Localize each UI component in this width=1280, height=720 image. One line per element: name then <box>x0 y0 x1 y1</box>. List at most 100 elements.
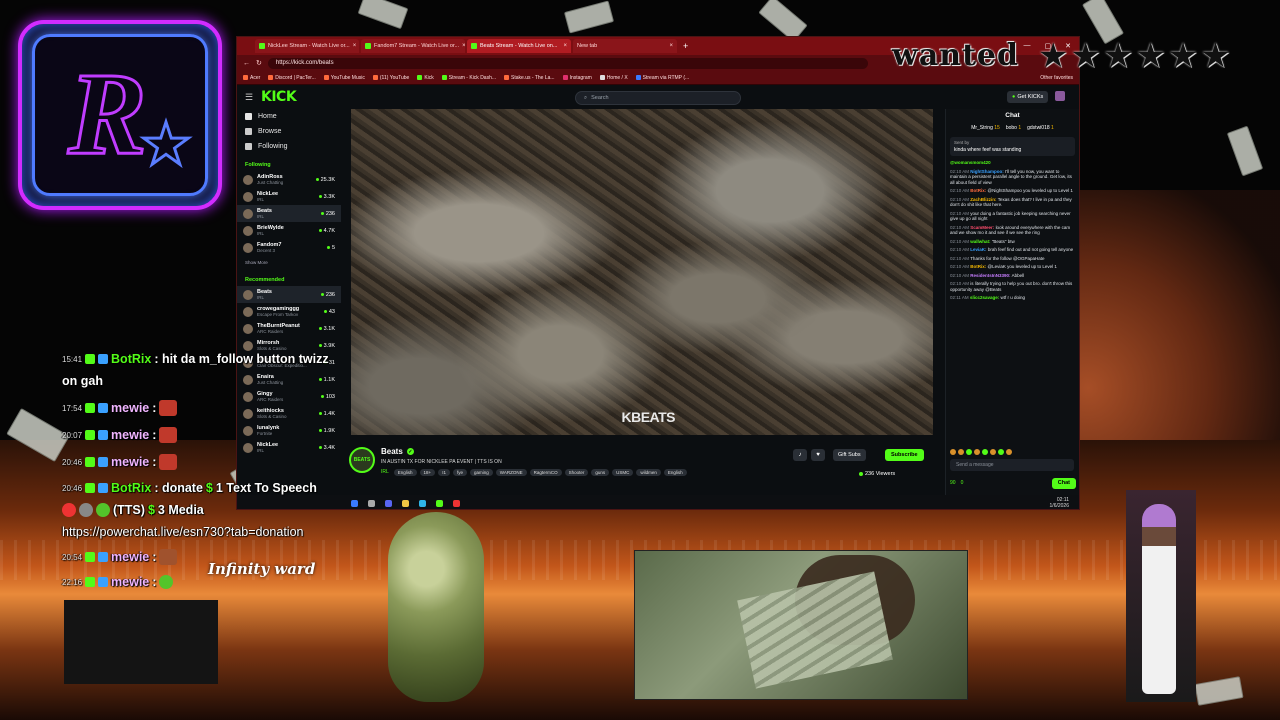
stream-tag[interactable]: gaming <box>469 469 493 476</box>
chat-timestamp: 02:10 AM <box>950 247 970 252</box>
close-icon[interactable]: × <box>462 43 465 49</box>
chat-username[interactable]: @womansmom420 <box>950 160 991 165</box>
stream-tag[interactable]: WARZONE <box>495 469 527 476</box>
sidebar-channel-item[interactable]: Enaira Just Chatting 1.1K <box>237 371 341 388</box>
edge-icon[interactable] <box>419 499 426 507</box>
close-icon[interactable]: × <box>669 43 673 49</box>
stream-tag[interactable]: RagtermCO <box>529 469 562 476</box>
bookmark[interactable]: Stream via RTMP (... <box>635 75 689 81</box>
close-icon[interactable]: × <box>353 43 357 49</box>
close-icon[interactable]: × <box>563 43 567 49</box>
bookmark[interactable]: Stake.us - The La... <box>504 75 555 81</box>
sidebar-home[interactable]: Home <box>237 109 341 124</box>
sidebar-channel-item[interactable]: TheBurntPeanut ARC Raiders 3.1K <box>237 320 341 337</box>
search-input[interactable]: ⌕ Search <box>575 91 741 105</box>
channel-avatar[interactable]: BEATS <box>349 447 375 473</box>
stream-tag[interactable]: 18+ <box>419 469 436 476</box>
sidebar-channel-item[interactable]: BrieWylde IRL 4.7K <box>237 222 341 239</box>
sidebar-browse[interactable]: Browse <box>237 124 341 139</box>
chat-username[interactable]: wallwhat: <box>970 239 990 244</box>
subscribe-button[interactable]: Subscribe <box>885 449 924 461</box>
discord-icon[interactable] <box>385 499 392 507</box>
chat-username[interactable]: LeviaK: <box>970 247 986 252</box>
stream-title: IN AUSTIN TX FOR NICKLEE PA EVENT | TTS … <box>381 459 502 465</box>
sidebar-channel-item[interactable]: Beats IRL 236 <box>237 205 341 222</box>
bookmark[interactable]: Kick <box>417 75 434 81</box>
sidebar-channel-item[interactable]: NickLee IRL 3.4K <box>237 439 341 456</box>
stream-tag[interactable]: fye <box>452 469 467 476</box>
tab-fandom7[interactable]: Fandom7 Stream - Watch Live or...× <box>361 39 465 53</box>
follow-heart-button[interactable]: ♥ <box>811 449 825 461</box>
emote-icon[interactable] <box>966 449 972 455</box>
emote-icon[interactable] <box>950 449 956 455</box>
kick-favicon-icon <box>259 43 265 49</box>
tab-beats[interactable]: Beats Stream - Watch Live on... × <box>467 39 571 53</box>
sidebar-channel-item[interactable]: Gingy ARC Raiders 103 <box>237 388 341 405</box>
sidebar-channel-item[interactable]: AdinRoss Just Chatting 25.3K <box>237 171 341 188</box>
bookmark[interactable]: Home / X <box>599 75 628 81</box>
search-icon[interactable] <box>368 499 375 507</box>
url-field[interactable]: https://kick.com/beats <box>267 57 868 69</box>
gift-subs-button[interactable]: Gift Subs <box>833 449 866 461</box>
overlay-user: BotRix <box>111 481 152 495</box>
emote-icon[interactable] <box>990 449 996 455</box>
user-avatar[interactable] <box>1055 91 1065 101</box>
get-kicks-button[interactable]: ● Get KICKs <box>1007 91 1049 103</box>
chat-send-button[interactable]: Chat <box>1051 477 1076 489</box>
channel-text: crowegaminggg Escape From Tarkov <box>257 306 299 317</box>
channel-name[interactable]: Beats <box>381 447 403 456</box>
bookmark[interactable]: YouTube Music <box>323 75 365 81</box>
bookmark[interactable]: Discord | PacTer... <box>268 75 316 81</box>
stream-tag[interactable]: English <box>393 469 417 476</box>
chat-username[interactable]: ResidentsInN3390: <box>970 273 1010 278</box>
sidebar-following[interactable]: Following <box>237 139 341 154</box>
notify-bell-button[interactable]: ♪ <box>793 449 807 461</box>
pinned-message[interactable]: Sent by kinda where feef was standing <box>950 137 1075 156</box>
sidebar-channel-item[interactable]: Beats IRL 236 <box>237 286 341 303</box>
sidebar-channel-item[interactable]: lunalynk Fortnite 1.9K <box>237 422 341 439</box>
kick-app-icon[interactable] <box>436 499 443 507</box>
emote-icon <box>159 427 178 443</box>
chat-username[interactable]: ZachBlizzin: <box>970 197 996 202</box>
emote-icon[interactable] <box>974 449 980 455</box>
tab-nicklee[interactable]: NickLee Stream - Watch Live or... × <box>255 39 359 53</box>
kick-logo[interactable]: KICK <box>261 89 297 105</box>
chat-username[interactable]: slicc2savage: <box>970 295 999 300</box>
channel-avatar <box>243 425 253 436</box>
bookmark[interactable]: Instagram <box>562 75 592 81</box>
emote-icon[interactable] <box>1006 449 1012 455</box>
bookmark[interactable]: Acer <box>243 75 260 81</box>
stream-category[interactable]: IRL <box>381 469 389 476</box>
chat-input[interactable]: Send a message <box>950 459 1074 471</box>
windows-start-icon[interactable] <box>351 499 358 507</box>
show-more-link[interactable]: Show More <box>237 256 341 269</box>
chat-username[interactable]: ScamMeer: <box>970 225 994 230</box>
minimize-icon[interactable]: — <box>1024 42 1031 50</box>
chat-username[interactable]: NightShampoo: <box>970 169 1004 174</box>
stream-tag[interactable]: I1 <box>438 469 450 476</box>
new-tab-button[interactable]: + <box>683 41 688 51</box>
reload-icon[interactable]: ↻ <box>256 59 262 67</box>
stream-tag[interactable]: guns <box>591 469 610 476</box>
sidebar-channel-item[interactable]: crowegaminggg Escape From Tarkov 43 <box>237 303 341 320</box>
menu-icon[interactable]: ☰ <box>245 92 261 103</box>
bookmark[interactable]: (11) YouTube <box>372 75 409 81</box>
stream-tag[interactable]: Shooter <box>564 469 589 476</box>
chat-username[interactable]: BotRix: <box>970 188 986 193</box>
emote-icon[interactable] <box>958 449 964 455</box>
chat-username[interactable]: BotRix: <box>970 264 986 269</box>
stream-tag[interactable]: English <box>663 469 687 476</box>
obs-icon[interactable] <box>453 499 460 507</box>
sidebar-channel-item[interactable]: Fandom7 Decent 3 5 <box>237 239 341 256</box>
back-icon[interactable]: ← <box>243 60 250 67</box>
folder-icon[interactable] <box>402 499 409 507</box>
stream-tag[interactable]: USMC <box>612 469 634 476</box>
bookmark[interactable]: Stream - Kick Dash... <box>441 75 496 81</box>
stream-tag[interactable]: wildmen <box>636 469 661 476</box>
tab-new[interactable]: New tab × <box>573 39 677 53</box>
video-player[interactable]: KBEATS <box>351 109 933 435</box>
emote-icon[interactable] <box>982 449 988 455</box>
sidebar-channel-item[interactable]: keithiocks Slots & Casino 1.4K <box>237 405 341 422</box>
sidebar-channel-item[interactable]: NickLee IRL 3.3K <box>237 188 341 205</box>
emote-icon[interactable] <box>998 449 1004 455</box>
